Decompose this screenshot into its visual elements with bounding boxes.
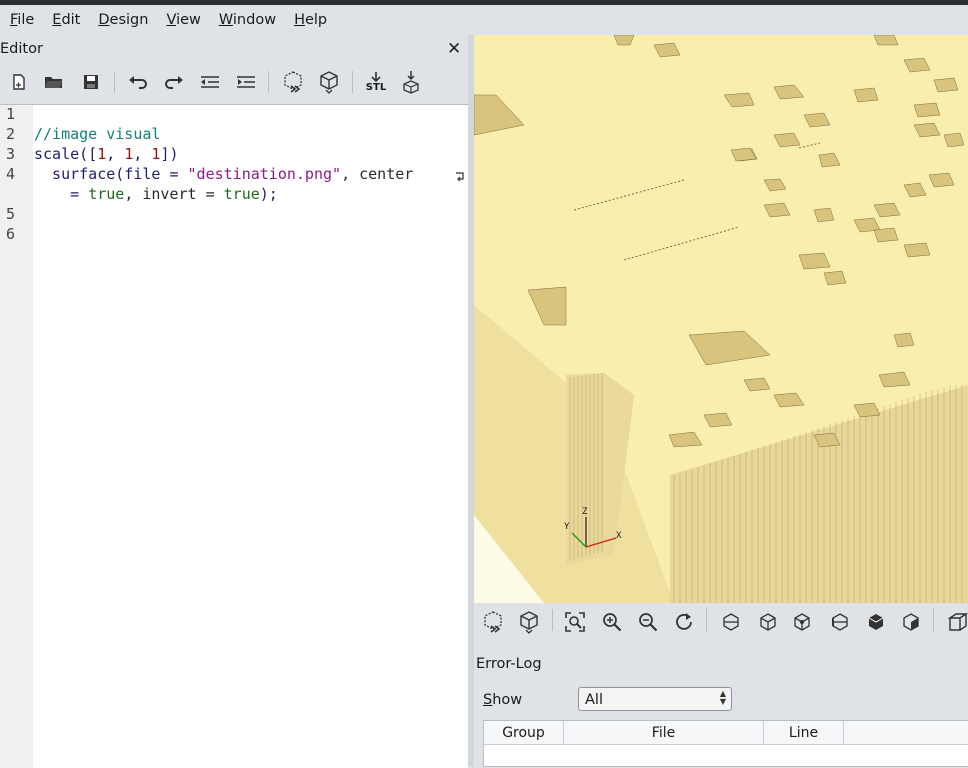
column-header-file[interactable]: File	[564, 721, 764, 745]
menu-edit[interactable]: Edit	[42, 12, 88, 28]
send-to-print-icon[interactable]	[398, 69, 424, 95]
line-number: 4	[6, 165, 16, 183]
redo-icon[interactable]	[161, 69, 187, 95]
menu-bar: File Edit Design View Window Help	[0, 5, 968, 35]
export-stl-icon[interactable]: STL	[363, 69, 389, 95]
toolbar-separator	[552, 609, 553, 631]
view-front-icon[interactable]	[863, 609, 889, 635]
view-all-icon[interactable]	[562, 609, 588, 635]
toolbar-separator	[268, 71, 269, 93]
line-number: 5	[6, 205, 16, 223]
rendered-surface-model	[474, 35, 968, 603]
line-number: 1	[6, 105, 16, 123]
menu-design[interactable]: Design	[88, 12, 156, 28]
zoom-out-icon[interactable]	[635, 609, 661, 635]
indent-icon[interactable]	[233, 69, 259, 95]
view-left-icon[interactable]	[827, 609, 853, 635]
column-header-empty	[844, 721, 968, 745]
preview-icon[interactable]	[280, 69, 306, 95]
perspective-icon[interactable]	[944, 609, 968, 635]
line-number: 3	[6, 145, 16, 163]
select-arrows-icon: ▲ ▼	[719, 689, 726, 706]
show-filter-select[interactable]: All ▲ ▼	[578, 687, 732, 711]
code-line-3: scale([1, 1, 1])	[34, 145, 179, 163]
menu-view[interactable]: View	[156, 12, 208, 28]
save-icon[interactable]	[78, 69, 104, 95]
column-header-line[interactable]: Line	[764, 721, 844, 745]
editor-toolbar: STL	[0, 65, 468, 101]
open-file-icon[interactable]	[41, 69, 67, 95]
toolbar-separator	[352, 71, 353, 93]
new-file-icon[interactable]	[6, 69, 32, 95]
toolbar-separator	[706, 609, 707, 631]
column-header-group[interactable]: Group	[484, 721, 564, 745]
line-number: 2	[6, 125, 16, 143]
view-toolbar	[474, 603, 968, 641]
toolbar-separator	[114, 71, 115, 93]
editor-title: Editor	[0, 41, 43, 57]
close-icon[interactable]: ✕	[447, 39, 461, 59]
3d-viewport[interactable]: Z X Y	[474, 35, 968, 603]
error-log-title: Error-Log	[476, 656, 542, 672]
view-right-icon[interactable]	[718, 609, 744, 635]
error-log-table[interactable]: Group File Line	[483, 720, 968, 767]
undo-icon[interactable]	[125, 69, 151, 95]
axis-label-z: Z	[582, 507, 588, 517]
preview-icon[interactable]	[480, 609, 506, 635]
view-bottom-icon[interactable]	[789, 609, 815, 635]
editor-panel: Editor ✕ STL 1 2 3 4 5 6 //image visual …	[0, 35, 468, 768]
render-icon[interactable]	[316, 69, 342, 95]
line-wrap-icon	[455, 171, 465, 186]
axis-label-x: X	[616, 531, 622, 541]
error-log-panel: Error-Log Show All ▲ ▼ Group File Line	[474, 641, 968, 767]
line-number-gutter: 1 2 3 4 5 6	[0, 105, 33, 768]
code-line-2: //image visual	[34, 125, 161, 143]
view-back-icon[interactable]	[898, 609, 924, 635]
render-icon[interactable]	[516, 609, 542, 635]
menu-file[interactable]: File	[0, 12, 42, 28]
menu-help[interactable]: Help	[284, 12, 335, 28]
axis-label-y: Y	[564, 522, 570, 532]
code-editor[interactable]: 1 2 3 4 5 6 //image visual scale([1, 1, …	[0, 104, 468, 768]
toolbar-separator	[933, 609, 934, 631]
zoom-in-icon[interactable]	[599, 609, 625, 635]
unindent-icon[interactable]	[197, 69, 223, 95]
show-label: Show	[483, 692, 523, 708]
line-number: 6	[6, 225, 16, 243]
view-top-icon[interactable]	[755, 609, 781, 635]
code-line-4-wrapped: = true, invert = true);	[34, 185, 278, 203]
reset-view-icon[interactable]	[671, 609, 697, 635]
menu-window[interactable]: Window	[209, 12, 284, 28]
code-line-4: surface(file = "destination.png", center	[34, 165, 414, 183]
